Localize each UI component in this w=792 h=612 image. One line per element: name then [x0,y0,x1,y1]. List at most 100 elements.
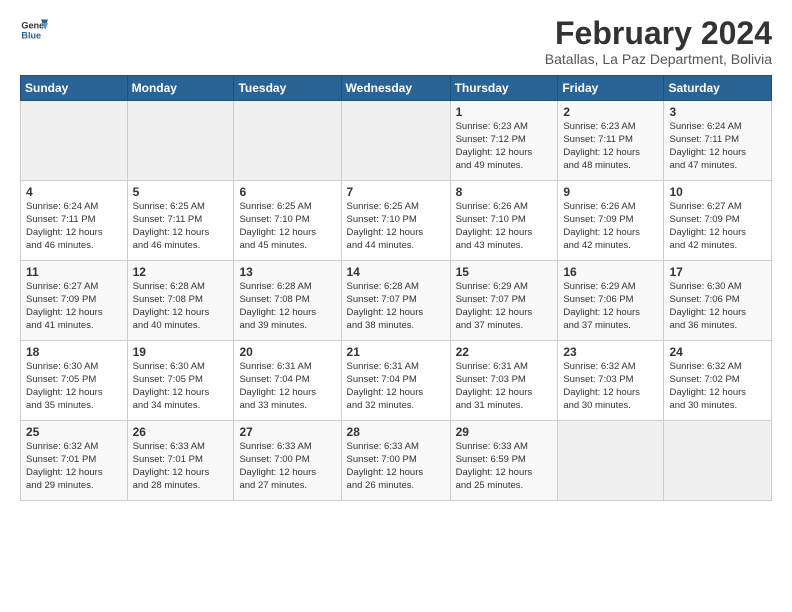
calendar-cell: 26 Sunrise: 6:33 AMSunset: 7:01 PMDayligh… [127,421,234,501]
day-number: 15 [456,265,553,279]
svg-text:Blue: Blue [21,30,41,40]
day-of-week-header: Thursday [450,76,558,101]
calendar-cell: 7 Sunrise: 6:25 AMSunset: 7:10 PMDaylight… [341,181,450,261]
calendar-cell: 6 Sunrise: 6:25 AMSunset: 7:10 PMDaylight… [234,181,341,261]
day-info: Sunrise: 6:25 AMSunset: 7:10 PMDaylight:… [347,201,445,252]
day-info: Sunrise: 6:27 AMSunset: 7:09 PMDaylight:… [26,281,122,332]
calendar-cell: 24 Sunrise: 6:32 AMSunset: 7:02 PMDayligh… [664,341,772,421]
calendar-cell [341,101,450,181]
day-info: Sunrise: 6:32 AMSunset: 7:01 PMDaylight:… [26,441,122,492]
day-info: Sunrise: 6:33 AMSunset: 6:59 PMDaylight:… [456,441,553,492]
title-block: February 2024 Batallas, La Paz Departmen… [545,16,772,67]
day-info: Sunrise: 6:23 AMSunset: 7:12 PMDaylight:… [456,121,553,172]
day-info: Sunrise: 6:30 AMSunset: 7:05 PMDaylight:… [133,361,229,412]
calendar-cell: 9 Sunrise: 6:26 AMSunset: 7:09 PMDaylight… [558,181,664,261]
day-info: Sunrise: 6:31 AMSunset: 7:03 PMDaylight:… [456,361,553,412]
calendar-cell: 21 Sunrise: 6:31 AMSunset: 7:04 PMDayligh… [341,341,450,421]
day-number: 7 [347,185,445,199]
day-number: 12 [133,265,229,279]
calendar-cell: 3Sunrise: 6:24 AMSunset: 7:11 PMDaylight… [664,101,772,181]
calendar-cell: 17Sunrise: 6:30 AMSunset: 7:06 PMDayligh… [664,261,772,341]
calendar-cell: 16 Sunrise: 6:29 AMSunset: 7:06 PMDayligh… [558,261,664,341]
day-info: Sunrise: 6:32 AMSunset: 7:03 PMDaylight:… [563,361,658,412]
day-number: 29 [456,425,553,439]
day-of-week-header: Wednesday [341,76,450,101]
calendar-cell: 18 Sunrise: 6:30 AMSunset: 7:05 PMDayligh… [21,341,128,421]
day-number: 11 [26,265,122,279]
calendar-cell: 13 Sunrise: 6:28 AMSunset: 7:08 PMDayligh… [234,261,341,341]
day-number: 16 [563,265,658,279]
day-number: 6 [239,185,335,199]
day-info: Sunrise: 6:27 AMSunset: 7:09 PMDaylight:… [669,201,766,252]
calendar-cell: 2Sunrise: 6:23 AMSunset: 7:11 PMDaylight… [558,101,664,181]
day-of-week-header: Monday [127,76,234,101]
day-number: 27 [239,425,335,439]
day-info: Sunrise: 6:29 AMSunset: 7:07 PMDaylight:… [456,281,553,332]
day-info: Sunrise: 6:30 AMSunset: 7:05 PMDaylight:… [26,361,122,412]
calendar-cell: 5 Sunrise: 6:25 AMSunset: 7:11 PMDaylight… [127,181,234,261]
calendar-table: SundayMondayTuesdayWednesdayThursdayFrid… [20,75,772,501]
day-info: Sunrise: 6:23 AMSunset: 7:11 PMDaylight:… [563,121,658,172]
day-info: Sunrise: 6:30 AMSunset: 7:06 PMDaylight:… [669,281,766,332]
day-number: 10 [669,185,766,199]
day-info: Sunrise: 6:26 AMSunset: 7:10 PMDaylight:… [456,201,553,252]
calendar-cell: 19 Sunrise: 6:30 AMSunset: 7:05 PMDayligh… [127,341,234,421]
day-number: 1 [456,105,553,119]
day-of-week-header: Tuesday [234,76,341,101]
day-info: Sunrise: 6:31 AMSunset: 7:04 PMDaylight:… [347,361,445,412]
day-number: 25 [26,425,122,439]
day-number: 28 [347,425,445,439]
day-of-week-header: Saturday [664,76,772,101]
calendar-cell: 25 Sunrise: 6:32 AMSunset: 7:01 PMDayligh… [21,421,128,501]
day-number: 26 [133,425,229,439]
day-number: 18 [26,345,122,359]
day-info: Sunrise: 6:26 AMSunset: 7:09 PMDaylight:… [563,201,658,252]
day-info: Sunrise: 6:33 AMSunset: 7:01 PMDaylight:… [133,441,229,492]
day-of-week-header: Sunday [21,76,128,101]
calendar-cell: 14 Sunrise: 6:28 AMSunset: 7:07 PMDayligh… [341,261,450,341]
calendar-cell: 20Sunrise: 6:31 AMSunset: 7:04 PMDayligh… [234,341,341,421]
calendar-cell: 12 Sunrise: 6:28 AMSunset: 7:08 PMDayligh… [127,261,234,341]
logo-icon: General Blue [20,16,48,44]
day-info: Sunrise: 6:28 AMSunset: 7:08 PMDaylight:… [133,281,229,332]
day-info: Sunrise: 6:33 AMSunset: 7:00 PMDaylight:… [347,441,445,492]
calendar-cell [127,101,234,181]
day-info: Sunrise: 6:25 AMSunset: 7:10 PMDaylight:… [239,201,335,252]
calendar-cell: 10 Sunrise: 6:27 AMSunset: 7:09 PMDayligh… [664,181,772,261]
calendar-cell [234,101,341,181]
day-info: Sunrise: 6:32 AMSunset: 7:02 PMDaylight:… [669,361,766,412]
calendar-cell: 29 Sunrise: 6:33 AMSunset: 6:59 PMDayligh… [450,421,558,501]
day-number: 9 [563,185,658,199]
day-number: 20 [239,345,335,359]
day-number: 19 [133,345,229,359]
day-number: 22 [456,345,553,359]
calendar-cell: 11 Sunrise: 6:27 AMSunset: 7:09 PMDayligh… [21,261,128,341]
logo: General Blue [20,16,48,44]
calendar-cell: 28 Sunrise: 6:33 AMSunset: 7:00 PMDayligh… [341,421,450,501]
day-number: 23 [563,345,658,359]
day-info: Sunrise: 6:29 AMSunset: 7:06 PMDaylight:… [563,281,658,332]
day-number: 14 [347,265,445,279]
day-info: Sunrise: 6:24 AMSunset: 7:11 PMDaylight:… [26,201,122,252]
calendar-cell [558,421,664,501]
calendar-cell: 4 Sunrise: 6:24 AMSunset: 7:11 PMDaylight… [21,181,128,261]
calendar-cell: 23 Sunrise: 6:32 AMSunset: 7:03 PMDayligh… [558,341,664,421]
subtitle: Batallas, La Paz Department, Bolivia [545,51,772,67]
calendar-cell: 27 Sunrise: 6:33 AMSunset: 7:00 PMDayligh… [234,421,341,501]
day-number: 3 [669,105,766,119]
main-title: February 2024 [545,16,772,51]
day-number: 5 [133,185,229,199]
day-number: 13 [239,265,335,279]
day-number: 4 [26,185,122,199]
day-number: 8 [456,185,553,199]
day-number: 24 [669,345,766,359]
day-of-week-header: Friday [558,76,664,101]
calendar-cell: 1 Sunrise: 6:23 AMSunset: 7:12 PMDaylight… [450,101,558,181]
day-info: Sunrise: 6:33 AMSunset: 7:00 PMDaylight:… [239,441,335,492]
day-info: Sunrise: 6:25 AMSunset: 7:11 PMDaylight:… [133,201,229,252]
day-info: Sunrise: 6:28 AMSunset: 7:07 PMDaylight:… [347,281,445,332]
calendar-cell: 22 Sunrise: 6:31 AMSunset: 7:03 PMDayligh… [450,341,558,421]
page-header: General Blue February 2024 Batallas, La … [20,16,772,67]
day-number: 21 [347,345,445,359]
day-info: Sunrise: 6:28 AMSunset: 7:08 PMDaylight:… [239,281,335,332]
